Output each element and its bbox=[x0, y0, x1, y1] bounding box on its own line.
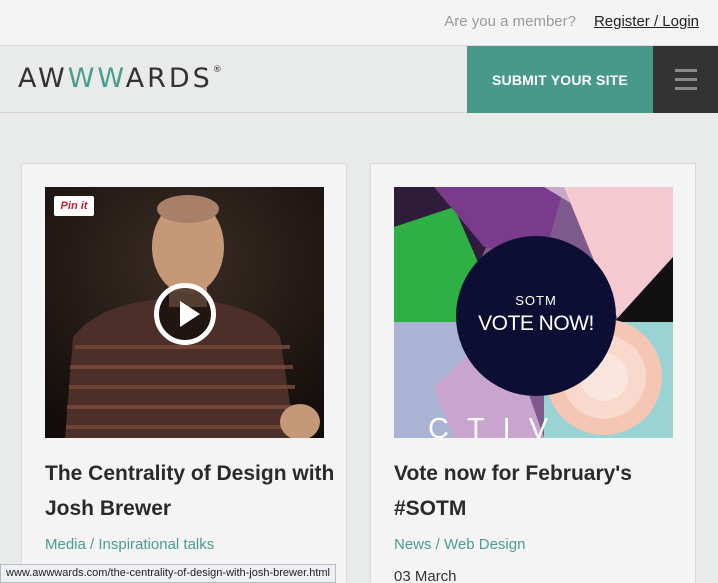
article-categories[interactable]: News / Web Design bbox=[394, 536, 525, 553]
hamburger-menu-icon[interactable] bbox=[653, 46, 718, 113]
article-title[interactable]: The Centrality of Design with Josh Brewe… bbox=[45, 456, 335, 526]
article-card: CTIV SOTM VOTE NOW! Vote now for Februar… bbox=[370, 163, 696, 583]
awwwards-logo[interactable]: AWWWARDS® bbox=[18, 63, 222, 94]
register-login-link[interactable]: Register / Login bbox=[594, 13, 699, 30]
sotm-label: SOTM bbox=[515, 293, 557, 308]
submit-your-site-button[interactable]: SUBMIT YOUR SITE bbox=[467, 46, 653, 113]
article-title[interactable]: Vote now for February's #SOTM bbox=[394, 456, 684, 526]
artwork-lettering: CTIV bbox=[428, 413, 567, 438]
status-bar-url: www.awwwards.com/the-centrality-of-desig… bbox=[0, 564, 336, 583]
top-bar: Are you a member? Register / Login bbox=[0, 0, 718, 46]
member-question: Are you a member? bbox=[444, 13, 576, 30]
site-header: AWWWARDS® SUBMIT YOUR SITE bbox=[0, 46, 718, 113]
video-thumbnail[interactable]: Pin it bbox=[45, 187, 324, 438]
logo-registered-mark: ® bbox=[212, 65, 222, 75]
logo-text-mid: WW bbox=[67, 63, 126, 94]
article-categories[interactable]: Media / Inspirational talks bbox=[45, 536, 214, 553]
menu-line bbox=[674, 87, 697, 90]
logo-text-left: AW bbox=[18, 63, 68, 94]
vote-now-badge[interactable]: SOTM VOTE NOW! bbox=[456, 236, 616, 396]
article-date: 03 March bbox=[394, 568, 457, 583]
menu-line bbox=[674, 69, 697, 72]
play-icon[interactable] bbox=[154, 283, 216, 345]
pin-it-button[interactable]: Pin it bbox=[54, 196, 94, 216]
menu-line bbox=[674, 78, 697, 81]
vote-now-label: VOTE NOW! bbox=[478, 312, 594, 335]
sotm-thumbnail[interactable]: CTIV SOTM VOTE NOW! bbox=[394, 187, 673, 438]
article-card: Pin it The Centrality of Design with Jos… bbox=[21, 163, 347, 583]
logo-text-right: ARDS bbox=[125, 63, 213, 94]
